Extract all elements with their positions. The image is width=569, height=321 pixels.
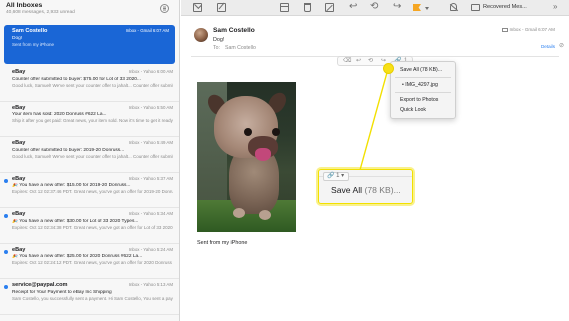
get-mail-icon[interactable]: [193, 3, 202, 12]
message-row[interactable]: eBay Inbox - Yahoo 5:50 AM Your item has…: [0, 101, 179, 137]
message-meta: Inbox - Gmail 6:07 AM: [125, 28, 169, 33]
recipient-label: To:: [213, 45, 220, 51]
callout-dot: [384, 64, 393, 73]
mailbox-title: All Inboxes: [6, 2, 43, 9]
message-subject: Receipt for Your Payment to eBay Inc Shi…: [12, 289, 112, 295]
message-preview: Expires: Oct 12 02:37:46 PDT. Great news…: [12, 189, 173, 194]
message-row[interactable]: eBay Inbox - Yahoo 5:34 AM 🎉 You have a …: [0, 208, 179, 244]
message-time: 6:07 AM: [538, 27, 555, 32]
reply-icon[interactable]: ↩: [349, 1, 357, 13]
message-row[interactable]: eBay Inbox - Yahoo 5:24 AM 🎉 You have a …: [0, 243, 179, 279]
compose-icon[interactable]: [217, 3, 226, 12]
save-all-zoom-callout: 🔗 1 ▾ Save All (78 KB)...: [318, 169, 413, 204]
flag-icon[interactable]: [413, 4, 421, 11]
move-to-folder-icon[interactable]: [471, 4, 480, 11]
dog-tongue: [255, 148, 271, 161]
message-list-pane: All Inboxes 40,608 messages, 2,933 unrea…: [0, 0, 180, 321]
message-preview: Good luck, Samuel! We've sent your count…: [12, 82, 173, 88]
menu-item-export-to-photos[interactable]: Export to Photos: [400, 97, 438, 103]
reply-icon[interactable]: ↩: [356, 57, 361, 65]
message-meta: Inbox - Yahoo 5:34 AM: [128, 211, 173, 216]
message-meta: Inbox - Yahoo 5:49 AM: [128, 140, 173, 145]
message-preview: Expires: Oct 12 02:34:38 PDT. Great news…: [12, 224, 173, 230]
message-meta: Inbox - Yahoo 6:00 AM: [128, 69, 173, 74]
message-subject: Counter offer submitted to buyer: $75.00…: [12, 76, 141, 82]
flag-menu-chevron-down-icon[interactable]: [425, 7, 429, 10]
avatar: [194, 28, 208, 42]
trash-icon[interactable]: ⌫: [343, 57, 351, 65]
message-header-recipient[interactable]: Sam Costello: [225, 45, 256, 51]
menu-separator: [395, 77, 451, 78]
message-header-sender: Sam Costello: [213, 27, 255, 34]
message-subject: Your item has sold: 2020 Donruss #622 La…: [12, 112, 107, 117]
archive-icon[interactable]: [280, 3, 289, 12]
junk-icon[interactable]: [325, 3, 334, 12]
mailbox-counts: 40,608 messages, 2,933 unread: [6, 10, 75, 15]
message-meta: Inbox - Yahoo 5:50 AM: [128, 104, 173, 110]
message-row[interactable]: Sam Costello Inbox - Gmail 6:07 AM Dog! …: [4, 25, 175, 64]
zoom-attachment-count: 1: [336, 173, 340, 179]
message-preview: Expires: Oct 12 02:24:12 PDT. Great news…: [12, 260, 173, 265]
message-header-mailbox: Inbox - Gmail 6:07 AM: [501, 27, 555, 32]
zoom-save-all-text: Save All: [331, 185, 363, 195]
menu-item-attachment-file[interactable]: • IMG_4297.jpg: [402, 82, 438, 88]
menu-item-quick-look[interactable]: Quick Look: [400, 107, 426, 113]
message-row[interactable]: service@paypal.com Inbox - Yahoo 5:13 AM…: [0, 279, 179, 315]
dog-eye-left: [244, 128, 252, 136]
zoom-attachment-button: 🔗 1 ▾: [323, 172, 349, 181]
zoom-save-all-label: Save All (78 KB)...: [331, 185, 401, 195]
attachment-file-name: IMG_4297.jpg: [405, 82, 438, 88]
message-preview: Good luck, Samuel! We've sent your count…: [12, 153, 173, 159]
message-subject: 🎉 You have a new offer: $30.00 for Lot o…: [12, 218, 139, 224]
message-preview: Ship it after you get paid: Great news, …: [12, 118, 173, 123]
dog-paw: [233, 208, 245, 218]
attachment-menu: Save All (78 KB)... • IMG_4297.jpg Expor…: [390, 61, 456, 119]
message-body-text: Sent from my iPhone: [197, 240, 248, 246]
unread-dot-icon: [4, 285, 8, 289]
message-row[interactable]: eBay Inbox - Yahoo 5:49 AM Counter offer…: [0, 137, 179, 173]
list-header: All Inboxes 40,608 messages, 2,933 unrea…: [0, 0, 179, 22]
unread-dot-icon: [4, 214, 8, 218]
menu-separator: [395, 92, 451, 93]
attached-dog-photo[interactable]: [197, 82, 296, 232]
reply-all-icon[interactable]: ⟲: [370, 1, 378, 13]
reply-all-icon[interactable]: ⟲: [368, 57, 373, 65]
zoom-save-all-size: (78 KB)...: [364, 185, 401, 195]
unread-dot-icon: [4, 178, 8, 183]
message-subject: Counter offer submitted to buyer: 2019-2…: [12, 147, 125, 153]
dog-paw: [259, 210, 271, 220]
attachment-indicator-icon: ⊘: [558, 43, 564, 49]
message-preview: Sent from my iPhone: [12, 41, 55, 47]
mailbox-name: Inbox - Gmail: [509, 27, 537, 32]
mute-icon[interactable]: [450, 3, 457, 11]
callout-line: [359, 68, 389, 171]
message-subject: 🎉 You have a new offer: $15.00 for 2019-…: [12, 183, 131, 188]
message-subject: 🎉 You have a new offer: $25.00 for 2020 …: [12, 254, 143, 259]
message-meta: Inbox - Yahoo 5:37 AM: [128, 175, 173, 181]
message-header-subject: Dog!: [213, 37, 225, 43]
details-link[interactable]: Details: [541, 44, 555, 49]
message-header: Sam Costello Dog! To: Sam Costello Inbox…: [181, 17, 569, 57]
forward-icon[interactable]: ↪: [393, 1, 401, 13]
unread-dot-icon: [4, 249, 8, 254]
message-meta: Inbox - Yahoo 5:13 AM: [128, 282, 173, 287]
message-row[interactable]: eBay Inbox - Yahoo 5:37 AM 🎉 You have a …: [0, 172, 179, 208]
message-row[interactable]: eBay Inbox - Yahoo 6:00 AM Counter offer…: [0, 66, 179, 102]
folder-icon: [501, 27, 508, 32]
more-toolbar-icon[interactable]: »: [553, 2, 557, 11]
dog-eye-right: [272, 128, 280, 136]
filter-icon[interactable]: [160, 4, 169, 13]
trash-icon[interactable]: [304, 3, 311, 12]
message-meta: Inbox - Yahoo 5:24 AM: [128, 246, 173, 252]
toolbar: ↩ ⟲ ↪ Recovered Mes... »: [181, 0, 569, 16]
menu-item-save-all[interactable]: Save All (78 KB)...: [400, 67, 442, 73]
message-preview: Sam Costello, you successfully sent a pa…: [12, 295, 173, 301]
dog-head: [214, 96, 280, 161]
message-subject: Dog!: [12, 35, 23, 41]
move-to-mailbox-button[interactable]: Recovered Mes...: [483, 4, 527, 10]
